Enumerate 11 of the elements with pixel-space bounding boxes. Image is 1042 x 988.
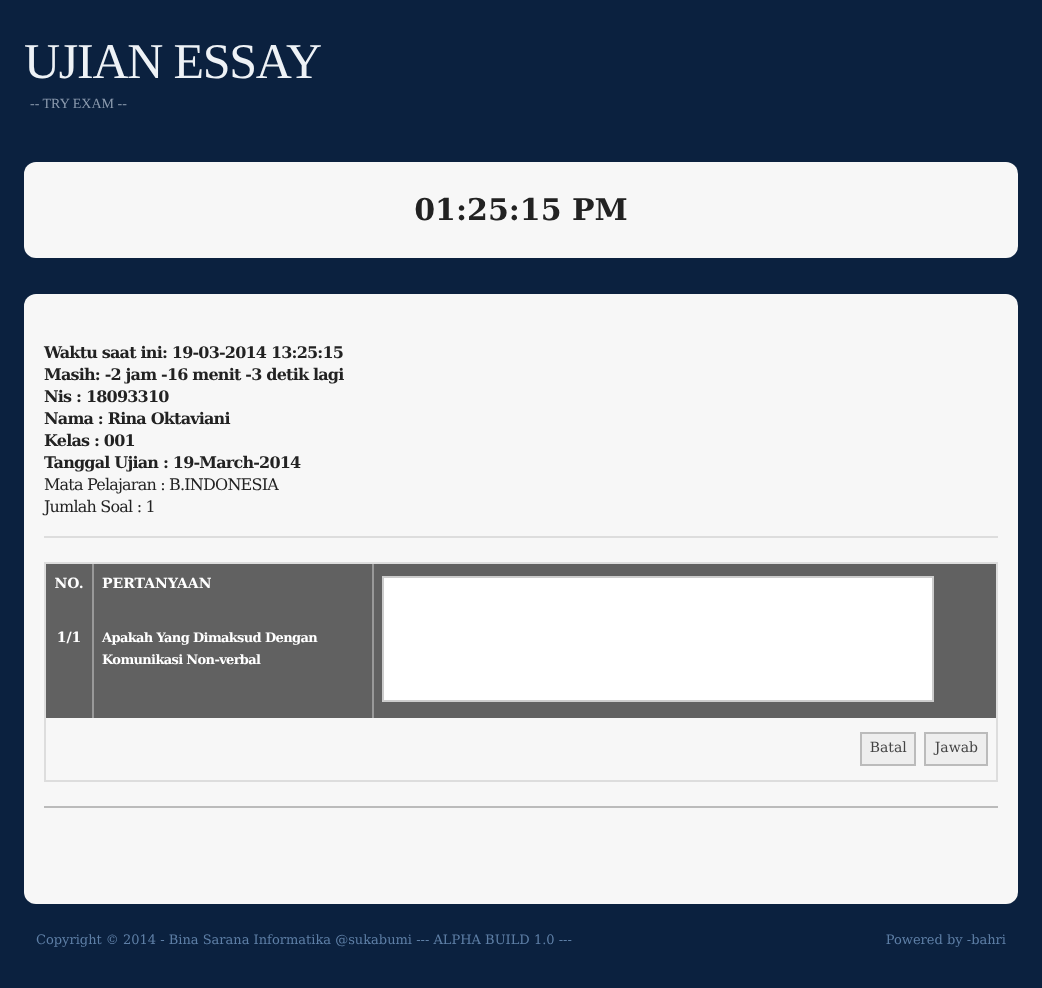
info-line: Kelas : 001 [44, 430, 137, 452]
info-line: Jumlah Soal : 1 [44, 496, 157, 518]
info-line: Nis : 18093310 [44, 386, 171, 408]
info-line: Mata Pelajaran : B.INDONESIA [44, 474, 281, 496]
info-line: Waktu saat ini: 19-03-2014 13:25:15 [44, 342, 346, 364]
info-line: Tanggal Ujian : 19-March-2014 [44, 452, 303, 474]
answer-box[interactable] [382, 576, 934, 702]
info-line: Nama : Rina Oktaviani [44, 408, 233, 430]
page-title: UJIAN ESSAY [24, 34, 323, 94]
info-line: Masih: -2 jam -16 menit -3 detik lagi [44, 364, 346, 386]
clock-time: 01:25:15 PM [414, 189, 628, 232]
